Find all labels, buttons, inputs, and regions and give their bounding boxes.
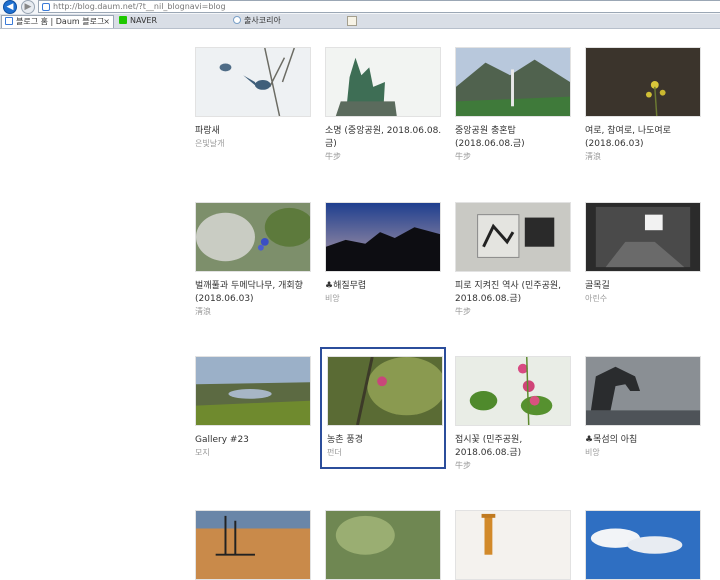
tab-daum-blog[interactable]: 블로그 홈 | Daum 블로그 × — [1, 15, 114, 28]
thumbnail[interactable] — [585, 47, 701, 117]
thumbnail[interactable] — [325, 47, 441, 117]
item-author[interactable]: 牛步 — [455, 306, 575, 318]
close-tab-icon[interactable]: × — [103, 16, 110, 28]
globe-favicon-icon — [233, 16, 241, 24]
item-caption: 접시꽃 (민주공원, 2018.06.08.금) 牛步 — [455, 434, 575, 472]
thumbnail[interactable] — [455, 510, 571, 580]
thumbnail[interactable] — [585, 356, 701, 426]
tab-naver[interactable]: NAVER — [116, 15, 226, 28]
thumbnail[interactable] — [325, 202, 441, 272]
item-caption: 골목길 아린수 — [585, 280, 705, 305]
forward-arrow-icon: ▶ — [24, 2, 32, 12]
item-author[interactable]: 淸浪 — [585, 151, 705, 163]
item-caption: 여로, 참여로, 나도여로 (2018.06.03) 淸浪 — [585, 125, 705, 163]
item-title[interactable]: 골목길 — [585, 280, 705, 293]
tab-label: NAVER — [130, 16, 158, 25]
item-author[interactable]: 牛步 — [455, 151, 575, 163]
hover-highlight — [320, 347, 446, 469]
daum-favicon-icon — [42, 3, 50, 11]
item-title[interactable]: 벌깨풀과 두메닥나무, 개회향 (2018.06.03) — [195, 280, 315, 306]
item-author[interactable]: 모지 — [195, 447, 315, 459]
new-tab-button[interactable] — [347, 16, 357, 26]
thumbnail[interactable] — [455, 47, 571, 117]
naver-favicon-icon — [119, 16, 127, 24]
item-caption: 벌깨풀과 두메닥나무, 개회향 (2018.06.03) 淸浪 — [195, 280, 315, 318]
thumbnail[interactable] — [585, 510, 701, 580]
item-title[interactable]: 접시꽃 (민주공원, 2018.06.08.금) — [455, 434, 575, 460]
url-field[interactable]: http://blog.daum.net/?t__nil_blognavi=bl… — [38, 0, 720, 13]
item-title[interactable]: Gallery #23 — [195, 434, 315, 447]
forward-button[interactable]: ▶ — [21, 0, 35, 14]
item-author[interactable]: 은빛날개 — [195, 138, 315, 150]
item-caption: ♣목섬의 아침 비앙 — [585, 434, 705, 459]
thumbnail[interactable] — [195, 47, 311, 117]
item-caption: 중앙공원 충혼탑 (2018.06.08.금) 牛步 — [455, 125, 575, 163]
item-title[interactable]: ♣해질무렵 — [325, 280, 445, 293]
item-title[interactable]: 피로 지켜진 역사 (민주공원, 2018.06.08.금) — [455, 280, 575, 306]
tab-bar: 블로그 홈 | Daum 블로그 × NAVER 출사코리아 — [0, 14, 720, 29]
item-title[interactable]: 파랑새 — [195, 125, 315, 138]
item-author[interactable]: 비앙 — [585, 447, 705, 459]
item-title[interactable]: ♣목섬의 아침 — [585, 434, 705, 447]
item-title[interactable]: 중앙공원 충혼탑 (2018.06.08.금) — [455, 125, 575, 151]
item-caption: 피로 지켜진 역사 (민주공원, 2018.06.08.금) 牛步 — [455, 280, 575, 318]
tab-label: 블로그 홈 | Daum 블로그 — [16, 17, 105, 26]
item-caption: ♣해질무렵 비앙 — [325, 280, 445, 305]
url-text: http://blog.daum.net/?t__nil_blognavi=bl… — [53, 2, 226, 11]
thumbnail[interactable] — [325, 510, 441, 580]
daum-favicon-icon — [5, 17, 13, 25]
thumbnail[interactable] — [195, 356, 311, 426]
item-caption: 소명 (중앙공원, 2018.06.08.금) 牛步 — [325, 125, 445, 163]
item-author[interactable]: 牛步 — [455, 460, 575, 472]
item-author[interactable]: 淸浪 — [195, 306, 315, 318]
item-caption: 파랑새 은빛날개 — [195, 125, 315, 150]
item-author[interactable]: 牛步 — [325, 151, 445, 163]
back-arrow-icon: ◀ — [6, 2, 14, 12]
address-bar: ◀ ▶ http://blog.daum.net/?t__nil_blognav… — [0, 0, 720, 14]
tab-label: 출사코리아 — [244, 16, 281, 25]
item-author[interactable]: 비앙 — [325, 293, 445, 305]
item-title[interactable]: 소명 (중앙공원, 2018.06.08.금) — [325, 125, 445, 151]
item-caption: Gallery #23 모지 — [195, 434, 315, 459]
thumbnail[interactable] — [455, 356, 571, 426]
thumbnail[interactable] — [585, 202, 701, 272]
tab-chulsa[interactable]: 출사코리아 — [230, 15, 344, 28]
thumbnail[interactable] — [195, 510, 311, 580]
back-button[interactable]: ◀ — [3, 0, 17, 14]
thumbnail[interactable] — [195, 202, 311, 272]
item-title[interactable]: 여로, 참여로, 나도여로 (2018.06.03) — [585, 125, 705, 151]
item-author[interactable]: 아린수 — [585, 293, 705, 305]
thumbnail[interactable] — [455, 202, 571, 272]
